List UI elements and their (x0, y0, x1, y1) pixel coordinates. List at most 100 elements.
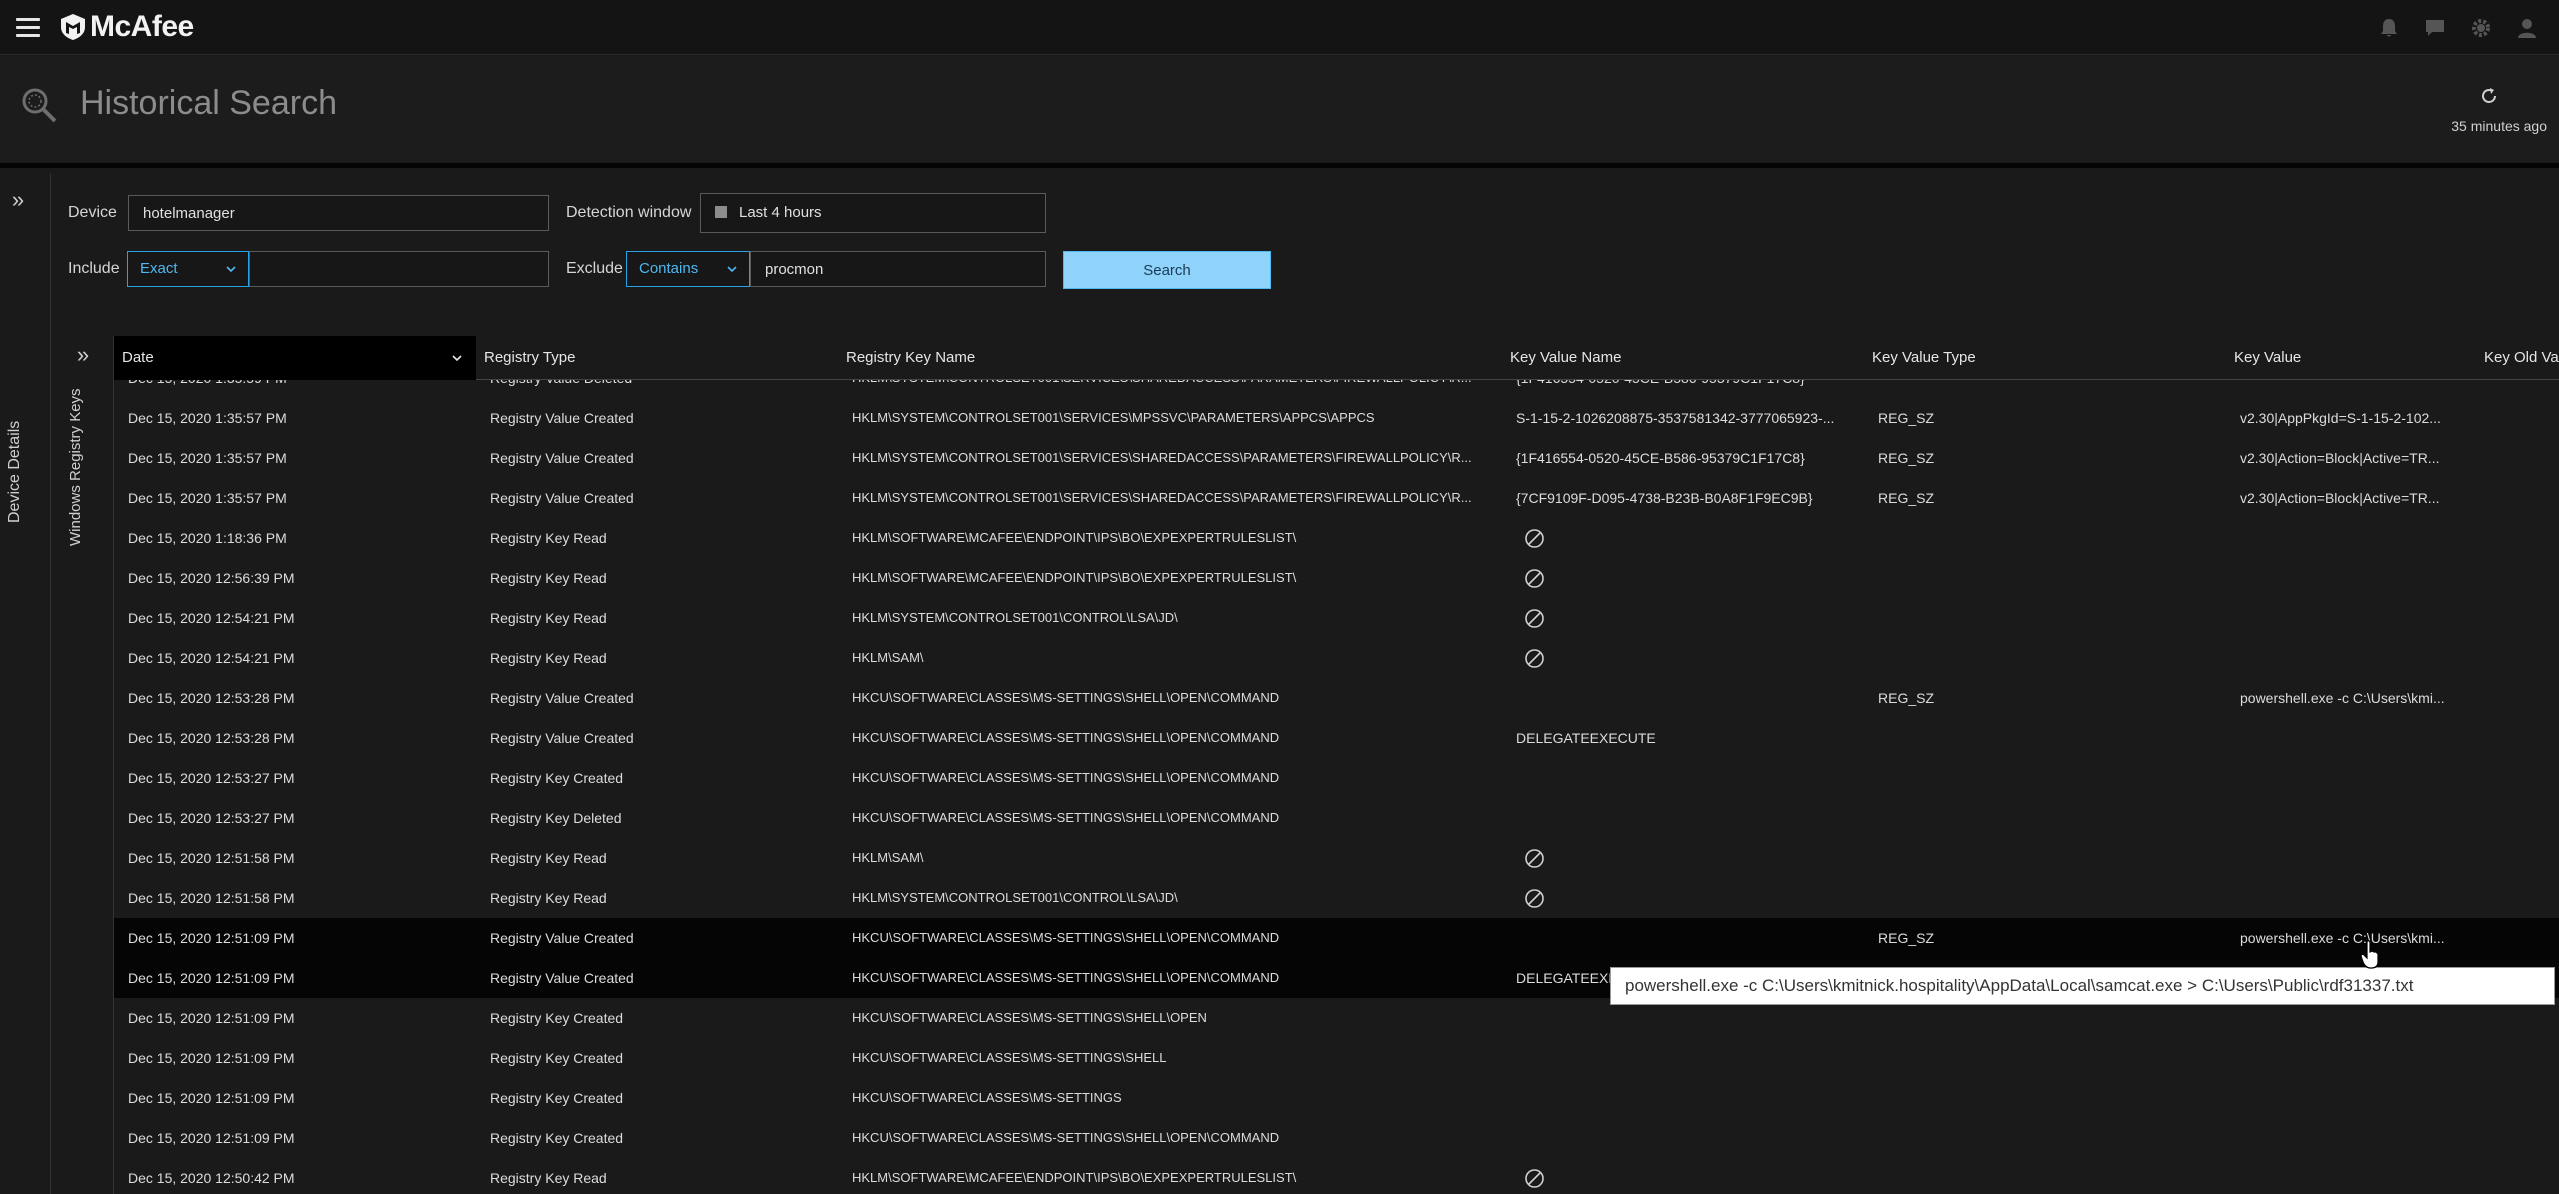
cell-key-old-value (2476, 478, 2559, 518)
cell-registry-key-name: HKLM\SYSTEM\CONTROLSET001\SERVICES\MPSSV… (852, 410, 1375, 425)
cell-key-value-type (1864, 518, 2226, 558)
cell-key-value: v2.30|AppPkgId=S-1-15-2-102... (2240, 410, 2441, 426)
exclude-mode-select[interactable]: Contains (626, 251, 750, 287)
cell-key-value-type (1864, 558, 2226, 598)
table-row[interactable]: Dec 15, 2020 12:54:21 PM Registry Key Rea… (114, 598, 2559, 638)
table-row[interactable]: Dec 15, 2020 12:51:09 PM Registry Key Cre… (114, 1038, 2559, 1078)
cell-key-value-type (1864, 1078, 2226, 1118)
table-row[interactable]: Dec 15, 2020 12:53:28 PM Registry Value C… (114, 678, 2559, 718)
column-header-registry-key-name[interactable]: Registry Key Name (838, 336, 1502, 380)
cell-key-value-type (1864, 798, 2226, 838)
include-label: Include (68, 260, 120, 277)
search-filters: Device Detection window Last 4 hours Inc… (52, 173, 2559, 336)
cell-key-value (2226, 558, 2476, 598)
cell-registry-type: Registry Key Created (490, 1090, 624, 1106)
cell-key-value-name (1502, 1038, 1864, 1078)
bell-icon[interactable] (2377, 16, 2401, 40)
cell-registry-key-name: HKCU\SOFTWARE\CLASSES\MS-SETTINGS\SHELL\… (852, 1130, 1280, 1145)
column-header-key-old-value[interactable]: Key Old Val (2476, 336, 2559, 380)
table-row[interactable]: Dec 15, 2020 1:18:36 PM Registry Key Read… (114, 518, 2559, 558)
column-header-key-value-type[interactable]: Key Value Type (1864, 336, 2226, 380)
include-input[interactable] (249, 251, 549, 287)
table-row[interactable]: Dec 15, 2020 12:53:27 PM Registry Key Cre… (114, 758, 2559, 798)
cell-key-old-value (2476, 918, 2559, 958)
expand-rail-icon[interactable]: » (0, 187, 36, 217)
column-header-key-value[interactable]: Key Value (2226, 336, 2476, 380)
table-row[interactable]: Dec 15, 2020 12:54:21 PM Registry Key Rea… (114, 638, 2559, 678)
gear-icon[interactable] (2469, 16, 2493, 40)
cell-key-value (2226, 718, 2476, 758)
cell-registry-key-name: HKLM\SYSTEM\CONTROLSET001\SERVICES\SHARE… (838, 380, 1502, 398)
cell-key-value: v2.30|Action=Block|Active=TR... (2240, 490, 2440, 506)
cell-registry-key-name: HKLM\SYSTEM\CONTROLSET001\CONTROL\LSA\JD… (852, 890, 1178, 905)
cell-key-old-value (2476, 878, 2559, 918)
detection-window-picker[interactable]: Last 4 hours (700, 193, 1046, 233)
cell-key-old-value (2476, 1038, 2559, 1078)
table-row[interactable]: Dec 15, 2020 12:51:09 PM Registry Key Cre… (114, 1118, 2559, 1158)
cell-key-old-value (2476, 1118, 2559, 1158)
table-row[interactable]: Dec 15, 2020 12:51:58 PM Registry Key Rea… (114, 878, 2559, 918)
column-header-key-value-name[interactable]: Key Value Name (1502, 336, 1864, 380)
cell-date: Dec 15, 2020 12:51:09 PM (128, 1050, 295, 1066)
cell-registry-type: Registry Key Read (490, 650, 607, 666)
cell-key-value (2226, 598, 2476, 638)
cell-key-value-name (1502, 678, 1864, 718)
device-details-tab[interactable]: Device Details (6, 421, 24, 523)
cell-registry-key-name: HKCU\SOFTWARE\CLASSES\MS-SETTINGS\SHELL\… (852, 770, 1280, 785)
cell-key-value-name (1502, 1078, 1864, 1118)
cell-key-value-type: REG_SZ (1878, 410, 1935, 426)
mcafee-logo[interactable]: McAfee (60, 10, 194, 44)
cell-key-old-value (2476, 518, 2559, 558)
cell-key-value-name (1502, 518, 1864, 558)
cell-date: Dec 15, 2020 12:53:27 PM (128, 770, 295, 786)
cell-key-value (2226, 1078, 2476, 1118)
cell-registry-type: Registry Key Created (490, 1010, 624, 1026)
cell-key-value (2226, 1118, 2476, 1158)
mcafee-shield-icon (61, 14, 85, 40)
cell-registry-key-name: HKCU\SOFTWARE\CLASSES\MS-SETTINGS\SHELL\… (852, 690, 1280, 705)
table-row[interactable]: Dec 15, 2020 12:51:09 PM Registry Value C… (114, 918, 2559, 958)
device-label: Device (68, 204, 117, 221)
column-header-date[interactable]: Date (114, 336, 476, 380)
cell-registry-key-name: HKLM\SYSTEM\CONTROLSET001\SERVICES\SHARE… (852, 450, 1472, 465)
table-row[interactable]: Dec 15, 2020 1:35:57 PM Registry Value Cr… (114, 398, 2559, 438)
table-row[interactable]: Dec 15, 2020 12:53:28 PM Registry Value C… (114, 718, 2559, 758)
cell-date: Dec 15, 2020 12:51:09 PM (128, 1090, 295, 1106)
table-row[interactable]: Dec 15, 2020 12:51:09 PM Registry Key Cre… (114, 1078, 2559, 1118)
cell-registry-type: Registry Value Deleted (476, 380, 838, 398)
expand-panel-icon[interactable]: » (52, 342, 114, 372)
table-row[interactable]: Dec 15, 2020 12:51:58 PM Registry Key Rea… (114, 838, 2559, 878)
chat-icon[interactable] (2423, 16, 2447, 40)
table-row[interactable]: Dec 15, 2020 12:56:39 PM Registry Key Rea… (114, 558, 2559, 598)
table-row[interactable]: Dec 15, 2020 1:35:57 PM Registry Value Cr… (114, 438, 2559, 478)
cell-key-value (2226, 380, 2476, 398)
no-entry-icon (1525, 889, 1544, 908)
no-entry-icon (1525, 609, 1544, 628)
exclude-input[interactable] (750, 251, 1046, 287)
refresh-icon[interactable] (2479, 86, 2499, 106)
search-button[interactable]: Search (1063, 251, 1271, 289)
cell-key-value: v2.30|Action=Block|Active=TR... (2240, 450, 2440, 466)
cell-key-old-value (2476, 598, 2559, 638)
user-icon[interactable] (2515, 16, 2539, 40)
table-row[interactable]: Dec 15, 2020 12:53:27 PM Registry Key Del… (114, 798, 2559, 838)
cell-registry-key-name: HKLM\SAM\ (852, 650, 924, 665)
table-row[interactable]: Dec 15, 2020 1:35:59 PMRegistry Value De… (114, 380, 2559, 398)
cell-date: Dec 15, 2020 1:18:36 PM (128, 530, 287, 546)
hamburger-icon[interactable] (16, 18, 40, 38)
cell-key-old-value (2476, 380, 2559, 398)
table-row[interactable]: Dec 15, 2020 1:35:57 PM Registry Value Cr… (114, 478, 2559, 518)
cell-key-old-value (2476, 438, 2559, 478)
cell-date: Dec 15, 2020 12:56:39 PM (128, 570, 295, 586)
cell-key-value-name (1502, 638, 1864, 678)
table-row[interactable]: Dec 15, 2020 12:50:42 PM Registry Key Rea… (114, 1158, 2559, 1194)
device-input[interactable] (128, 195, 549, 231)
cell-key-value-name (1502, 1158, 1864, 1194)
cell-date: Dec 15, 2020 12:54:21 PM (128, 650, 295, 666)
windows-registry-keys-tab[interactable]: Windows Registry Keys (67, 388, 84, 546)
column-header-registry-type[interactable]: Registry Type (476, 336, 838, 380)
cell-registry-type: Registry Key Created (490, 1050, 624, 1066)
cell-date: Dec 15, 2020 1:35:57 PM (128, 450, 287, 466)
include-mode-select[interactable]: Exact (127, 251, 249, 287)
cell-key-old-value (2476, 1078, 2559, 1118)
